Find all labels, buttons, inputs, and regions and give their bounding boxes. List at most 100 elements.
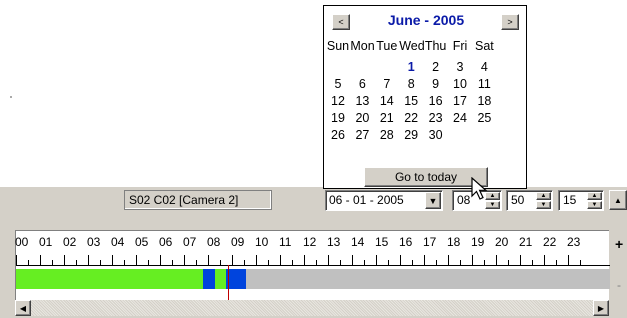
hour-label: 07 xyxy=(183,235,197,249)
hour-label: 08 xyxy=(207,235,221,249)
calendar-day[interactable]: 16 xyxy=(424,94,448,108)
hour-label: 18 xyxy=(447,235,461,249)
hour-label: 23 xyxy=(567,235,581,249)
weekday-header: Fri xyxy=(452,39,468,53)
hour-label: 22 xyxy=(543,235,557,249)
calendar-day[interactable]: 9 xyxy=(424,77,448,91)
calendar-day[interactable]: 15 xyxy=(399,94,423,108)
weekday-header: Sat xyxy=(475,39,494,53)
hour-label: 01 xyxy=(39,235,53,249)
hour-label: 03 xyxy=(87,235,101,249)
calendar-day[interactable]: 11 xyxy=(472,77,496,91)
minute-stepper[interactable]: 50 ▲ ▼ xyxy=(506,190,553,211)
hour-label: 19 xyxy=(471,235,485,249)
arrow-left-icon: < xyxy=(338,17,344,27)
hour-tick xyxy=(184,255,185,265)
scroll-left-button[interactable]: ◀ xyxy=(15,300,31,316)
calendar-day[interactable]: 7 xyxy=(375,77,399,91)
hour-value: 08 xyxy=(457,193,471,207)
arrow-left-icon: ◀ xyxy=(19,303,27,313)
recording-track[interactable] xyxy=(16,269,610,289)
calendar-day[interactable]: 25 xyxy=(472,111,496,125)
scroll-up-button[interactable]: ▲ xyxy=(609,190,627,210)
hour-tick xyxy=(304,255,305,265)
calendar-day[interactable]: 28 xyxy=(375,128,399,142)
minute-down-button[interactable]: ▼ xyxy=(536,201,551,209)
hour-tick xyxy=(400,255,401,265)
calendar-day[interactable]: 18 xyxy=(472,94,496,108)
date-value: 06 - 01 - 2005 xyxy=(329,193,404,207)
second-up-button[interactable]: ▲ xyxy=(587,192,602,200)
calendar-day[interactable]: 12 xyxy=(326,94,350,108)
calendar-day[interactable]: 27 xyxy=(350,128,374,142)
date-picker[interactable]: 06 - 01 - 2005 ▼ xyxy=(325,190,443,211)
weekday-header: Tue xyxy=(376,39,398,53)
hour-tick xyxy=(64,255,65,265)
hour-label: 17 xyxy=(423,235,437,249)
calendar-day[interactable]: 14 xyxy=(375,94,399,108)
hour-label: 12 xyxy=(303,235,317,249)
hour-tick xyxy=(232,255,233,265)
second-stepper[interactable]: 15 ▲ ▼ xyxy=(558,190,604,211)
ruler-baseline xyxy=(16,265,610,266)
arrow-up-icon: ▲ xyxy=(614,195,622,205)
chevron-down-icon: ▼ xyxy=(428,195,438,206)
calendar-day[interactable]: 19 xyxy=(326,111,350,125)
hour-tick xyxy=(328,255,329,265)
hour-label: 11 xyxy=(279,235,292,249)
arrow-down-icon: ▼ xyxy=(540,202,547,208)
arrow-down-icon: ▼ xyxy=(591,202,598,208)
mouse-pointer-icon xyxy=(471,177,488,200)
calendar-day[interactable]: 17 xyxy=(448,94,472,108)
recording-segment[interactable] xyxy=(203,269,216,289)
calendar-day[interactable]: 22 xyxy=(399,111,423,125)
hour-label: 06 xyxy=(159,235,173,249)
calendar-day[interactable]: 1 xyxy=(399,60,423,74)
next-month-button[interactable]: > xyxy=(501,14,519,30)
hour-tick xyxy=(88,255,89,265)
calendar-day[interactable]: 30 xyxy=(424,128,448,142)
hour-tick xyxy=(160,255,161,265)
arrow-right-icon: ▶ xyxy=(597,303,605,313)
hour-tick xyxy=(424,255,425,265)
calendar-day[interactable]: 21 xyxy=(375,111,399,125)
hour-label: 20 xyxy=(495,235,509,249)
arrow-up-icon: ▲ xyxy=(540,193,547,199)
scroll-right-button[interactable]: ▶ xyxy=(593,300,609,316)
calendar-day[interactable]: 4 xyxy=(472,60,496,74)
calendar-day[interactable]: 29 xyxy=(399,128,423,142)
horizontal-scrollbar[interactable]: ◀ ▶ xyxy=(15,300,609,316)
recording-segment[interactable] xyxy=(16,269,204,289)
calendar-day[interactable]: 5 xyxy=(326,77,350,91)
minute-up-button[interactable]: ▲ xyxy=(536,192,551,200)
arrow-right-icon: > xyxy=(507,17,513,27)
calendar-day[interactable]: 13 xyxy=(350,94,374,108)
calendar-day[interactable]: 20 xyxy=(350,111,374,125)
hour-tick xyxy=(280,255,281,265)
date-dropdown-button[interactable]: ▼ xyxy=(425,192,441,209)
zoom-in-button[interactable]: + xyxy=(615,236,623,252)
arrow-up-icon: ▲ xyxy=(489,193,496,199)
recording-segment[interactable] xyxy=(226,269,247,289)
calendar-day[interactable]: 26 xyxy=(326,128,350,142)
calendar-day[interactable]: 10 xyxy=(448,77,472,91)
calendar-day[interactable]: 24 xyxy=(448,111,472,125)
time-cursor[interactable] xyxy=(227,265,229,301)
hour-tick xyxy=(448,255,449,265)
second-down-button[interactable]: ▼ xyxy=(587,201,602,209)
calendar-day[interactable]: 2 xyxy=(424,60,448,74)
hour-tick xyxy=(568,255,569,265)
calendar-day[interactable]: 3 xyxy=(448,60,472,74)
go-to-today-button[interactable]: Go to today xyxy=(364,167,488,187)
second-value: 15 xyxy=(563,193,577,207)
zoom-out-button[interactable]: - xyxy=(617,278,621,292)
recording-segment[interactable] xyxy=(215,269,226,289)
calendar-day[interactable]: 23 xyxy=(424,111,448,125)
calendar-day[interactable]: 8 xyxy=(399,77,423,91)
hour-tick xyxy=(544,255,545,265)
timeline[interactable]: 00 01 02 03 04 05 06 07 08 09 10 11 12 13 14 15 16 17 18 19… xyxy=(15,230,610,301)
hour-label: 21 xyxy=(519,235,533,249)
hour-label: 05 xyxy=(135,235,149,249)
calendar-day[interactable]: 6 xyxy=(350,77,374,91)
hour-label: 10 xyxy=(255,235,269,249)
